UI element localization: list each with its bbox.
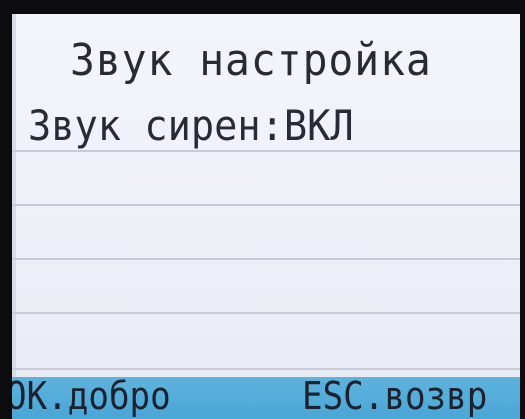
- menu-row-siren-sound[interactable]: Звук сирен:ВКЛ: [12, 92, 520, 152]
- menu-row-empty-2: [12, 206, 520, 262]
- ok-softkey[interactable]: OK.добро: [12, 373, 171, 419]
- menu-row-empty-1: [12, 152, 520, 208]
- softkey-bar: OK.добро ESC.возвр: [12, 374, 520, 419]
- esc-softkey[interactable]: ESC.возвр: [302, 373, 487, 419]
- menu-row-label: Звук сирен:ВКЛ: [28, 101, 354, 150]
- device-bezel: Звук настройка Звук сирен:ВКЛ OK.добро E…: [0, 0, 525, 419]
- screen-title: Звук настройка: [70, 35, 432, 86]
- row-divider: [12, 368, 520, 370]
- menu-row-empty-4: [12, 314, 520, 372]
- menu-row-empty-3: [12, 260, 520, 316]
- lcd-screen: Звук настройка Звук сирен:ВКЛ OK.добро E…: [12, 14, 520, 419]
